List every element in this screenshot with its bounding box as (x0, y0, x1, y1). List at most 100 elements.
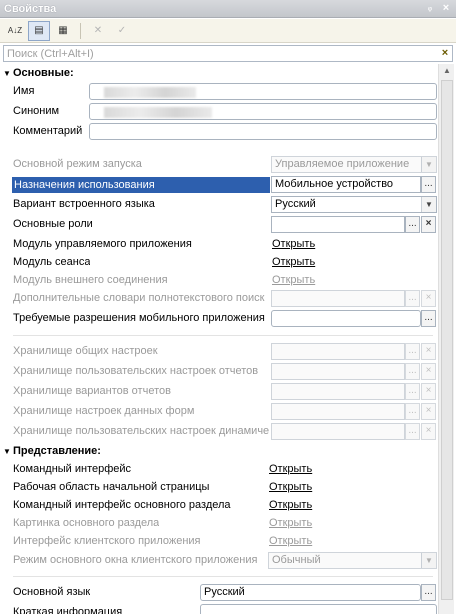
chevron-down-icon[interactable]: ▼ (421, 553, 436, 568)
section-main[interactable]: ▼ Основные: (3, 67, 437, 83)
prop-command-interface: Командный интерфейс Открыть (3, 460, 437, 480)
prop-purposes[interactable]: Назначения использования Мобильное устро… (3, 175, 437, 195)
clear-icon[interactable]: × (421, 290, 436, 307)
prop-comment: Комментарий (3, 122, 437, 142)
launch-mode-value: Управляемое приложение (275, 158, 410, 170)
prop-name-label: Имя (13, 85, 35, 97)
categories-icon[interactable]: ▤ (28, 20, 50, 41)
prop-main-section-picture-label: Картинка основного раздела (13, 517, 160, 529)
ellipsis-button[interactable]: ... (405, 343, 420, 360)
search-clear-icon[interactable]: × (438, 46, 452, 61)
section-presentation-title: Представление: (13, 445, 101, 457)
collapse-icon[interactable]: ▼ (3, 69, 13, 78)
comment-field[interactable] (89, 123, 437, 140)
prop-form-data-settings-label: Хранилище настроек данных форм (13, 405, 195, 417)
scroll-up-icon[interactable]: ▲ (439, 64, 455, 78)
ellipsis-button[interactable]: ... (405, 216, 420, 233)
open-link[interactable]: Открыть (269, 463, 312, 475)
chevron-down-icon[interactable]: ▼ (421, 157, 436, 172)
launch-mode-select[interactable]: Управляемое приложение ▼ (271, 156, 437, 173)
prop-fulltext-dicts-label: Дополнительные словари полнотекстового п… (13, 292, 265, 304)
sort-alphabetical-icon[interactable]: A↓Z (4, 21, 26, 41)
ellipsis-button[interactable]: ... (421, 310, 436, 327)
ellipsis-button[interactable]: ... (405, 423, 420, 440)
name-field[interactable] (89, 83, 437, 100)
prop-client-app-interface-label: Интерфейс клиентского приложения (13, 535, 201, 547)
section-presentation[interactable]: ▼ Представление: (3, 445, 437, 461)
fulltext-dicts-field[interactable] (271, 290, 405, 307)
clear-icon[interactable]: × (421, 363, 436, 380)
open-link[interactable]: Открыть (272, 256, 315, 268)
form-data-settings-field[interactable] (271, 403, 405, 420)
brief-info-field[interactable] (200, 604, 437, 614)
close-icon[interactable]: × (440, 2, 452, 14)
prop-client-app-interface: Интерфейс клиентского приложения Открыть (3, 532, 437, 552)
language-variant-select[interactable]: Русский ▼ (271, 196, 437, 213)
clear-icon[interactable]: × (421, 423, 436, 440)
pin-icon[interactable]: ᵩ (424, 2, 436, 14)
prop-common-settings: Хранилище общих настроек ... × (3, 342, 437, 362)
prop-main-language: Основной язык Русский ... (3, 583, 437, 603)
report-user-settings-field[interactable] (271, 363, 405, 380)
open-link[interactable]: Открыть (269, 517, 312, 529)
search-box: × (3, 45, 453, 62)
clear-icon[interactable]: × (421, 216, 436, 233)
language-variant-value: Русский (275, 198, 316, 210)
prop-session-module: Модуль сеанса Открыть (3, 253, 437, 273)
report-variants-field[interactable] (271, 383, 405, 400)
scrollbar-thumb[interactable] (441, 80, 453, 600)
properties-panel: ▼ Основные: Имя Синоним Комментарий Основ… (3, 64, 437, 614)
prop-external-module-label: Модуль внешнего соединения (13, 274, 168, 286)
section-main-title: Основные: (13, 67, 74, 79)
client-window-mode-select[interactable]: Обычный ▼ (268, 552, 437, 569)
ellipsis-button[interactable]: ... (405, 363, 420, 380)
clear-icon[interactable]: × (421, 343, 436, 360)
window-title: Свойства (4, 2, 57, 15)
delete-icon[interactable]: ✕ (87, 21, 109, 41)
toolbar: A↓Z ▤ ▦ ✕ ✓ (0, 19, 456, 43)
toolbar-separator (80, 22, 81, 39)
blurred-value (104, 107, 212, 118)
collapse-icon[interactable]: ▼ (3, 447, 13, 456)
purposes-field[interactable]: Мобильное устройство (271, 176, 421, 193)
prop-language-variant: Вариант встроенного языка Русский ▼ (3, 195, 437, 215)
ellipsis-button[interactable]: ... (405, 383, 420, 400)
prop-report-variants: Хранилище вариантов отчетов ... × (3, 382, 437, 402)
filter-icon[interactable]: ▦ (52, 21, 74, 41)
open-link[interactable]: Открыть (269, 481, 312, 493)
prop-mobile-permissions-label: Требуемые разрешения мобильного приложен… (13, 312, 265, 324)
clear-icon[interactable]: × (421, 403, 436, 420)
common-settings-field[interactable] (271, 343, 405, 360)
prop-session-module-label: Модуль сеанса (13, 256, 91, 268)
dynamic-list-settings-field[interactable] (271, 423, 405, 440)
prop-managed-module: Модуль управляемого приложения Открыть (3, 235, 437, 255)
client-window-mode-value: Обычный (272, 554, 321, 566)
ellipsis-button[interactable]: ... (421, 584, 436, 601)
prop-client-window-mode: Режим основного окна клиентского приложе… (3, 551, 437, 571)
open-link[interactable]: Открыть (269, 499, 312, 511)
vertical-scrollbar[interactable]: ▲ (438, 64, 454, 614)
prop-main-section-ci-label: Командный интерфейс основного раздела (13, 499, 231, 511)
search-input[interactable] (4, 46, 438, 61)
prop-form-data-settings: Хранилище настроек данных форм ... × (3, 402, 437, 422)
open-link[interactable]: Открыть (272, 238, 315, 250)
prop-main-language-label: Основной язык (13, 586, 91, 598)
ellipsis-button[interactable]: ... (421, 176, 436, 193)
prop-mobile-permissions: Требуемые разрешения мобильного приложен… (3, 309, 437, 329)
clear-icon[interactable]: × (421, 383, 436, 400)
main-roles-field[interactable] (271, 216, 405, 233)
ellipsis-button[interactable]: ... (405, 290, 420, 307)
main-language-field[interactable]: Русский (200, 584, 421, 601)
prop-launch-mode: Основной режим запуска Управляемое прило… (3, 155, 437, 175)
mobile-permissions-field[interactable] (271, 310, 421, 327)
prop-main-section-ci: Командный интерфейс основного раздела От… (3, 496, 437, 516)
open-link[interactable]: Открыть (269, 535, 312, 547)
open-link[interactable]: Открыть (272, 274, 315, 286)
checkmark-icon[interactable]: ✓ (111, 21, 133, 41)
blurred-value (104, 87, 196, 98)
synonym-field[interactable] (89, 103, 437, 120)
prop-comment-label: Комментарий (13, 125, 83, 137)
ellipsis-button[interactable]: ... (405, 403, 420, 420)
prop-common-settings-label: Хранилище общих настроек (13, 345, 158, 357)
chevron-down-icon[interactable]: ▼ (421, 197, 436, 212)
